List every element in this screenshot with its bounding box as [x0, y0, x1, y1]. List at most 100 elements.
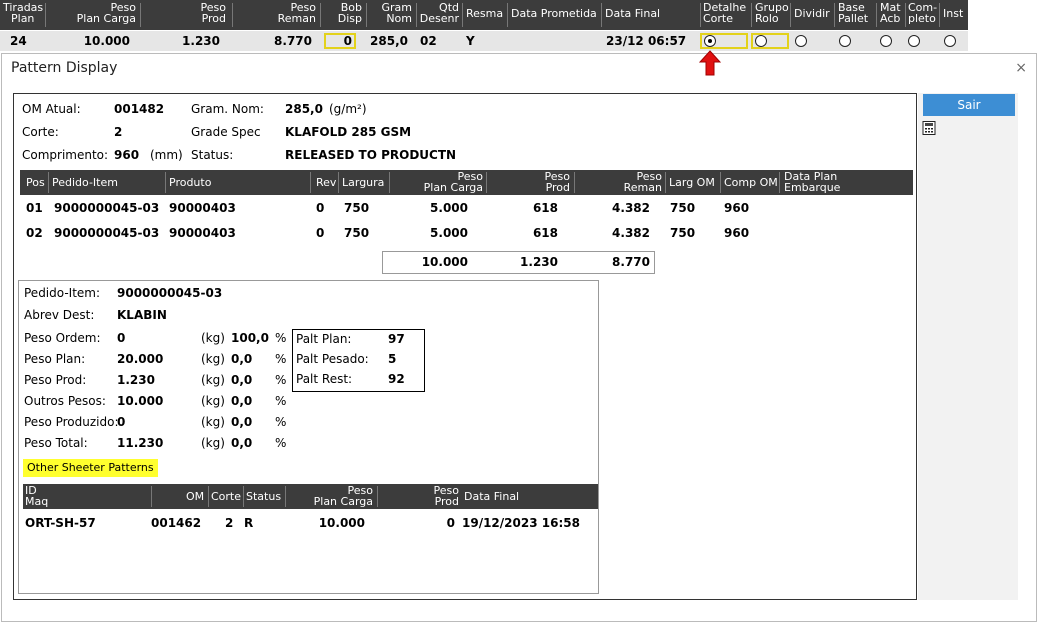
col-comp-om: Comp OM — [724, 176, 778, 189]
grade-spec-label: Grade Spec — [191, 125, 261, 139]
radio-grupo-rolo[interactable] — [755, 35, 767, 47]
col-id-maq: ID Maq — [25, 484, 49, 508]
weight-pct: 0,0 — [231, 394, 253, 408]
pattern-content: OM Atual: 001482 Gram. Nom: 285,0 (g/m²)… — [13, 93, 917, 600]
other-om: 001462 — [151, 516, 202, 530]
col-corte: Corte — [211, 490, 242, 503]
other-id-maq: ORT-SH-57 — [25, 516, 96, 530]
cell-data-final: 23/12 06:57 — [606, 34, 687, 48]
other-data-final: 19/12/2023 16:58 — [462, 516, 580, 530]
weight-label: Peso Plan: — [24, 352, 86, 366]
weight-label: Peso Produzido: — [24, 415, 119, 429]
top-grid-row[interactable]: 24 10.000 1.230 8.770 0 285,0 02 Y 23/12… — [0, 31, 968, 51]
row-peso-plan-carga: 5.000 — [430, 201, 468, 215]
col-produto: Produto — [169, 176, 212, 189]
pct-sign: % — [275, 436, 287, 450]
patterns-table-header: Pos Pedido-Item Produto Rev Largura Peso… — [20, 170, 913, 195]
row-peso-reman: 4.382 — [612, 201, 650, 215]
top-grid: Tiradas Plan Peso Plan Carga Peso Prod Peso… — [0, 0, 970, 52]
col-rev: Rev — [316, 176, 337, 189]
pct-sign: % — [275, 394, 287, 408]
row-peso-prod: 618 — [532, 201, 558, 215]
header-mat-acb: Mat Acb — [880, 1, 901, 25]
header-dividir: Dividir — [794, 7, 830, 20]
top-grid-header: Tiradas Plan Peso Plan Carga Peso Prod Peso… — [0, 0, 968, 30]
weight-pct: 100,0 — [231, 331, 269, 345]
comprimento-label: Comprimento: — [22, 148, 109, 162]
radio-base-pallet[interactable] — [839, 35, 851, 47]
header-detalhe-corte: Detalhe Corte — [703, 1, 747, 25]
weight-pct: 0,0 — [231, 352, 253, 366]
corte-value: 2 — [114, 125, 123, 139]
row-pos: 02 — [26, 226, 43, 240]
total-peso-prod: 1.230 — [520, 255, 558, 269]
row-comp-om: 960 — [724, 226, 750, 240]
weight-unit: (kg) — [201, 373, 225, 387]
pct-sign: % — [275, 415, 287, 429]
weight-value: 1.230 — [117, 373, 155, 387]
palt-pesado-label: Palt Pesado: — [296, 352, 369, 366]
radio-completo[interactable] — [908, 35, 920, 47]
header-peso-reman: Peso Reman — [277, 1, 316, 25]
total-peso-plan-carga: 10.000 — [421, 255, 468, 269]
cell-peso-prod: 1.230 — [182, 34, 220, 48]
header-qtd-desenr: Qtd Desenr — [419, 1, 459, 25]
weight-label: Peso Total: — [24, 436, 88, 450]
pct-sign: % — [275, 331, 287, 345]
gram-unit: (g/m²) — [329, 102, 367, 116]
radio-selected-icon[interactable] — [704, 35, 716, 47]
row-peso-prod: 618 — [532, 226, 558, 240]
col-data-plan-embarque: Data Plan Embarque — [784, 170, 841, 194]
weight-unit: (kg) — [201, 415, 225, 429]
abrev-dest-label: Abrev Dest: — [24, 308, 95, 322]
calculator-icon[interactable] — [922, 121, 936, 135]
other-corte: 2 — [225, 516, 234, 530]
col-pos: Pos — [26, 176, 45, 189]
palt-rest-label: Palt Rest: — [296, 372, 353, 386]
cell-bob-disp[interactable]: 0 — [324, 34, 352, 48]
pedido-item-label: Pedido-Item: — [24, 286, 101, 300]
weight-value: 0 — [117, 415, 126, 429]
order-detail-panel: Pedido-Item: 9000000045-03 Abrev Dest: K… — [18, 280, 599, 594]
header-bob-disp: Bob Disp — [337, 1, 362, 25]
pct-sign: % — [275, 373, 287, 387]
palt-plan-label: Palt Plan: — [296, 332, 352, 346]
weight-unit: (kg) — [201, 331, 225, 345]
weight-unit: (kg) — [201, 352, 225, 366]
header-inst: Inst — [943, 7, 964, 20]
radio-dividir[interactable] — [795, 35, 807, 47]
pattern-display-dialog: Pattern Display × OM Atual: 001482 Gram.… — [1, 53, 1037, 622]
pct-sign: % — [275, 352, 287, 366]
pedido-item-value: 9000000045-03 — [117, 286, 223, 300]
weight-unit: (kg) — [201, 394, 225, 408]
header-data-final: Data Final — [605, 7, 661, 20]
grade-spec-value: KLAFOLD 285 GSM — [285, 125, 412, 139]
col-om: OM — [186, 490, 205, 503]
other-patterns-header: ID Maq OM Corte Status Peso Plan Carga Pes… — [23, 484, 598, 509]
row-largura: 750 — [344, 226, 370, 240]
header-peso-prod: Peso Prod — [200, 1, 226, 25]
radio-mat-acb[interactable] — [880, 35, 892, 47]
header-tiradas: Tiradas Plan — [3, 1, 44, 25]
corte-label: Corte: — [22, 125, 59, 139]
weight-value: 10.000 — [117, 394, 164, 408]
comprimento-unit: (mm) — [150, 148, 183, 162]
cell-peso-plan-carga: 10.000 — [83, 34, 130, 48]
weight-label: Peso Ordem: — [24, 331, 101, 345]
other-peso-plan-carga: 10.000 — [318, 516, 365, 530]
radio-inst[interactable] — [944, 35, 956, 47]
weight-pct: 0,0 — [231, 373, 253, 387]
sair-button[interactable]: Sair — [923, 94, 1015, 116]
header-base-pallet: Base Pallet — [838, 1, 869, 25]
weight-label: Peso Prod: — [24, 373, 87, 387]
cell-peso-reman: 8.770 — [274, 34, 312, 48]
col-peso-reman: Peso Reman — [623, 170, 662, 194]
om-atual-value: 001482 — [114, 102, 165, 116]
comprimento-value: 960 — [114, 148, 140, 162]
side-panel: Sair — [918, 93, 1018, 600]
col-status: Status — [246, 490, 282, 503]
palt-plan-value: 97 — [388, 332, 405, 346]
row-pedido-item: 9000000045-03 — [54, 226, 160, 240]
red-up-arrow-icon — [699, 50, 721, 76]
close-icon[interactable]: × — [1015, 60, 1027, 76]
